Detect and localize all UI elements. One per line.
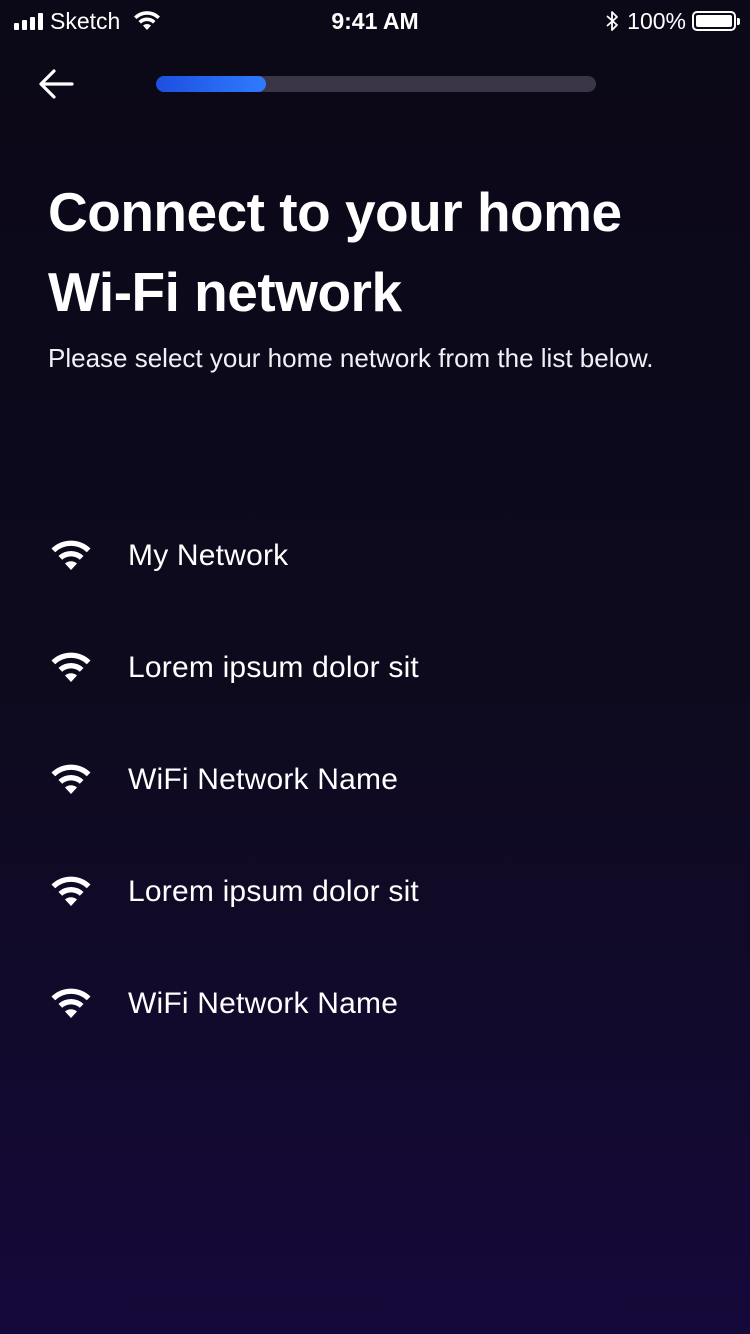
network-name: My Network xyxy=(128,539,289,572)
network-name: WiFi Network Name xyxy=(128,987,399,1020)
battery-percentage: 100% xyxy=(627,8,686,34)
status-bar: Sketch 9:41 AM 100% xyxy=(0,0,750,40)
network-list: My Network Lorem ipsum dolor sit WiFi Ne… xyxy=(0,500,750,1060)
progress-bar-fill xyxy=(156,76,266,92)
network-name: WiFi Network Name xyxy=(128,763,399,796)
arrow-left-icon xyxy=(39,69,74,99)
progress-bar xyxy=(156,76,596,92)
wifi-icon xyxy=(51,876,91,906)
bluetooth-icon xyxy=(606,11,619,31)
network-item[interactable]: WiFi Network Name xyxy=(0,948,750,1060)
page-subtitle: Please select your home network from the… xyxy=(48,343,654,373)
network-item[interactable]: WiFi Network Name xyxy=(0,724,750,836)
status-bar-right: 100% xyxy=(605,8,740,34)
wifi-icon xyxy=(51,540,91,570)
wifi-icon xyxy=(51,652,91,682)
battery-icon xyxy=(692,11,740,31)
wifi-icon xyxy=(51,764,91,794)
network-item[interactable]: Lorem ipsum dolor sit xyxy=(0,612,750,724)
page-title: Connect to your home Wi-Fi network xyxy=(48,181,622,323)
network-name: Lorem ipsum dolor sit xyxy=(128,875,419,908)
wifi-icon xyxy=(51,988,91,1018)
back-button[interactable] xyxy=(36,64,76,104)
network-item[interactable]: Lorem ipsum dolor sit xyxy=(0,836,750,948)
network-name: Lorem ipsum dolor sit xyxy=(128,651,419,684)
network-item[interactable]: My Network xyxy=(0,500,750,612)
